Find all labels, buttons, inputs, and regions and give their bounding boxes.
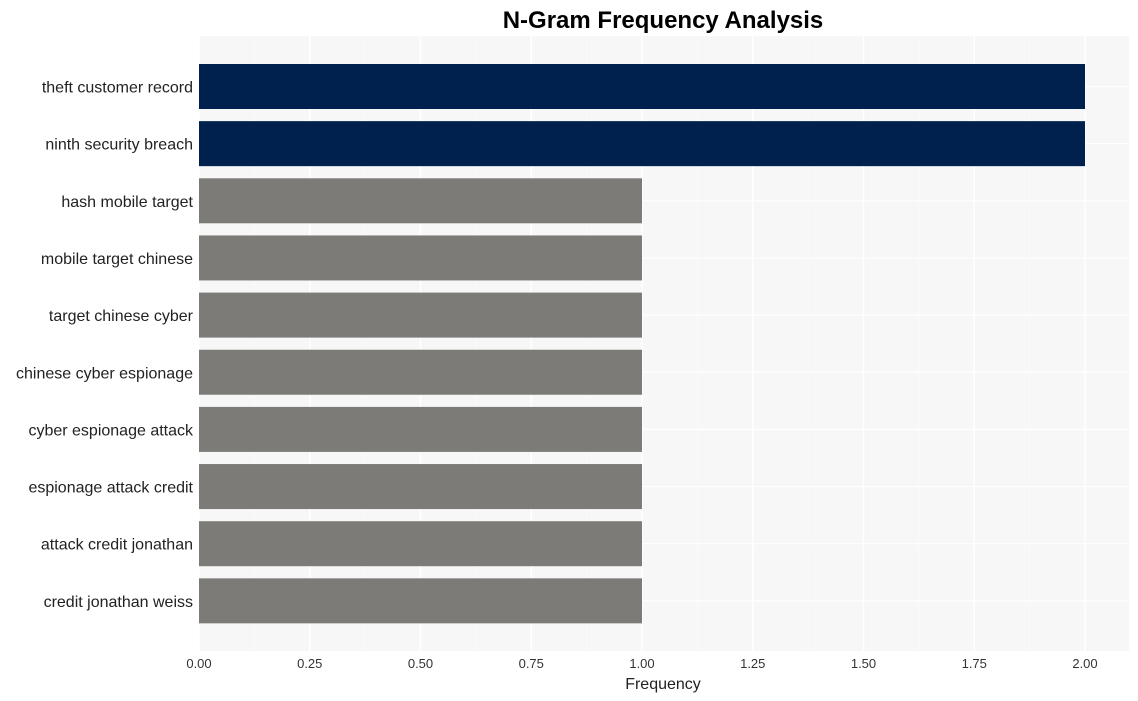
bar-credit-jonathan-weiss <box>199 578 642 624</box>
y-axis-labels: theft customer record ninth security brea… <box>16 80 194 611</box>
x-tick-label: 0.00 <box>186 656 211 671</box>
y-tick-label: mobile target chinese <box>41 251 193 268</box>
x-tick-label: 1.50 <box>851 656 876 671</box>
bar-attack-credit-jonathan <box>199 521 642 567</box>
x-axis-ticks: 0.00 0.25 0.50 0.75 1.00 1.25 1.50 1.75 2.00 <box>186 656 1097 671</box>
y-tick-label: hash mobile target <box>61 194 193 211</box>
bar-theft-customer-record <box>199 64 1085 109</box>
bar-mobile-target-chinese <box>199 235 642 281</box>
x-tick-label: 1.75 <box>962 656 987 671</box>
bar-ninth-security-breach <box>199 121 1085 167</box>
x-tick-label: 0.75 <box>519 656 544 671</box>
x-tick-label: 2.00 <box>1072 656 1097 671</box>
y-tick-label: espionage attack credit <box>28 480 193 497</box>
bar-target-chinese-cyber <box>199 292 642 338</box>
y-tick-label: credit jonathan weiss <box>44 594 193 611</box>
y-tick-label: ninth security breach <box>45 137 193 154</box>
x-tick-label: 0.25 <box>297 656 322 671</box>
bar-hash-mobile-target <box>199 178 642 224</box>
x-axis-label: Frequency <box>625 676 701 693</box>
y-tick-label: attack credit jonathan <box>41 537 193 554</box>
ngram-frequency-chart: theft customer record ninth security brea… <box>16 7 1129 693</box>
chart-title: N-Gram Frequency Analysis <box>503 7 824 34</box>
bar-chinese-cyber-espionage <box>199 349 642 395</box>
x-tick-label: 1.00 <box>629 656 654 671</box>
x-tick-label: 1.25 <box>740 656 765 671</box>
y-tick-label: cyber espionage attack <box>28 422 194 439</box>
y-tick-label: target chinese cyber <box>49 308 194 325</box>
y-tick-label: theft customer record <box>42 80 193 97</box>
bar-cyber-espionage-attack <box>199 406 642 452</box>
y-tick-label: chinese cyber espionage <box>16 365 193 382</box>
bar-espionage-attack-credit <box>199 464 642 510</box>
x-tick-label: 0.50 <box>408 656 433 671</box>
